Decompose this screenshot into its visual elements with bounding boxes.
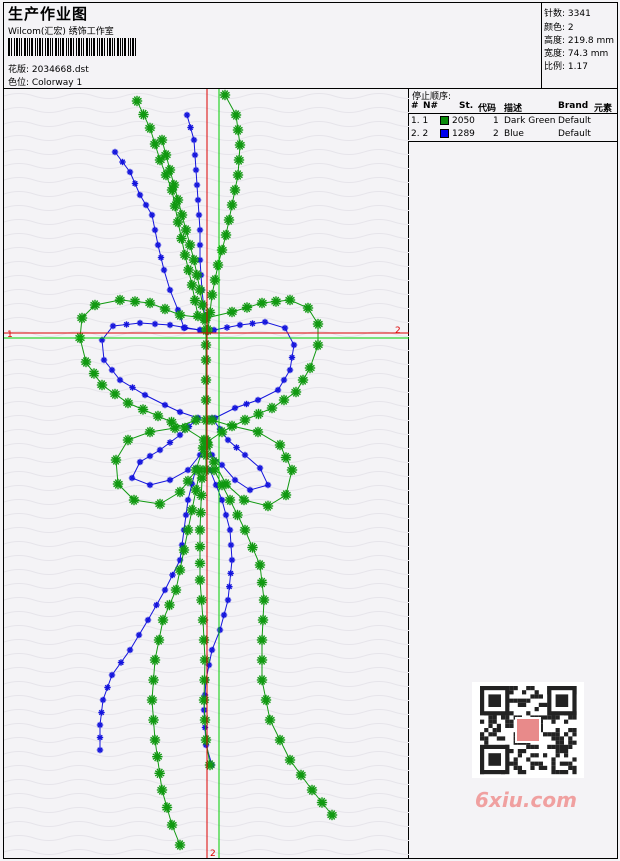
stats-divider bbox=[541, 2, 542, 88]
watermark-site: 6xiu.com bbox=[475, 788, 577, 812]
embroidery-design-canvas[interactable]: 1 2 2 bbox=[4, 89, 409, 858]
row-index: 1. 1 bbox=[411, 116, 429, 126]
row-code: 2050 bbox=[452, 116, 475, 126]
row-index: 2. 2 bbox=[411, 129, 429, 139]
table-bottom-rule bbox=[409, 141, 618, 142]
row-desc: Blue bbox=[504, 129, 524, 139]
design-width: 宽度: 74.3 mm bbox=[544, 49, 609, 59]
col-header-stitch: St. bbox=[459, 101, 474, 111]
design-height: 高度: 219.8 mm bbox=[544, 36, 615, 46]
stitch-count: 针数: 3341 bbox=[544, 9, 591, 19]
design-file: 花版: 2034668.dst bbox=[8, 65, 89, 75]
color-count: 颜色: 2 bbox=[544, 23, 574, 33]
page-title: 生产作业图 bbox=[8, 5, 89, 23]
table-header-rule bbox=[409, 113, 618, 114]
crosshair-label-right: 2 bbox=[395, 326, 401, 336]
colorway: 色位: Colorway 1 bbox=[8, 78, 83, 88]
row-seq: 2 bbox=[493, 129, 499, 139]
crosshair-label-left: 1 bbox=[7, 330, 13, 340]
col-header-brand: Brand bbox=[558, 101, 589, 111]
qr-code-icon bbox=[472, 682, 584, 778]
row-code: 1289 bbox=[452, 129, 475, 139]
row-desc: Dark Green bbox=[504, 116, 556, 126]
barcode-icon bbox=[8, 38, 136, 56]
col-header-index: # bbox=[411, 101, 419, 111]
color-swatch bbox=[440, 129, 449, 138]
color-swatch bbox=[440, 116, 449, 125]
design-scale: 比例: 1.17 bbox=[544, 62, 588, 72]
crosshair-label-bottom: 2 bbox=[210, 849, 216, 858]
row-brand: Default bbox=[558, 129, 591, 139]
studio-name: Wilcom(汇宏) 绣饰工作室 bbox=[8, 27, 114, 37]
row-seq: 1 bbox=[493, 116, 499, 126]
col-header-number: N# bbox=[423, 101, 439, 111]
row-brand: Default bbox=[558, 116, 591, 126]
